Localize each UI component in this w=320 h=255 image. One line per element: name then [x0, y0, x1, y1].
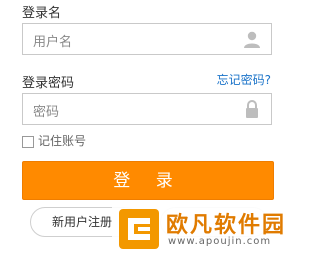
register-label: 新用户注册	[52, 215, 113, 229]
password-field[interactable]: 密码	[22, 93, 272, 125]
remember-checkbox[interactable]	[22, 135, 34, 148]
username-placeholder: 用户名	[33, 35, 73, 50]
forgot-password-link[interactable]: 忘记密码?	[217, 71, 271, 88]
login-button[interactable]: 登 录	[22, 161, 274, 200]
user-icon	[242, 29, 262, 49]
password-placeholder: 密码	[33, 105, 60, 120]
watermark: 欧凡软件园 www.apoujin.com	[112, 205, 308, 253]
remember-account[interactable]: 记住账号	[22, 132, 86, 149]
watermark-logo-icon	[118, 208, 160, 250]
username-field[interactable]: 用户名	[22, 23, 272, 55]
watermark-url: www.apoujin.com	[168, 236, 272, 247]
password-label: 登录密码	[22, 76, 75, 91]
remember-label: 记住账号	[38, 134, 87, 148]
watermark-title: 欧凡软件园	[166, 213, 287, 238]
lock-icon	[242, 99, 262, 119]
username-label: 登录名	[22, 6, 62, 21]
